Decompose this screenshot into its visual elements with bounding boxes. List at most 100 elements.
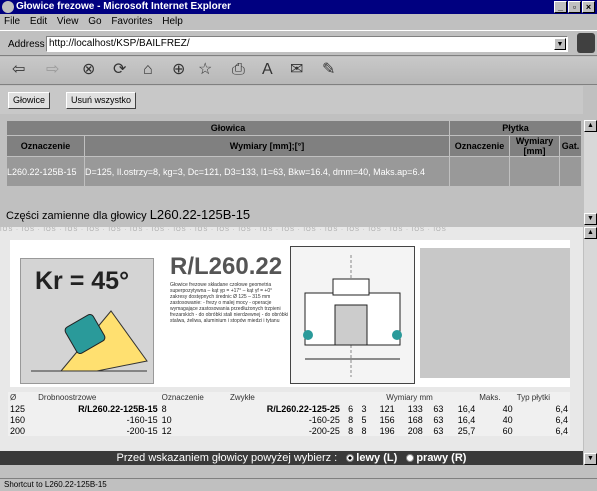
status-text: Shortcut to L260.22-125B-15 — [4, 480, 107, 489]
home-icon[interactable]: ⌂ — [143, 61, 153, 79]
stop-icon[interactable]: ⊗ — [82, 61, 95, 79]
scrollbar-top-frame[interactable]: ▲ ▼ — [584, 120, 597, 225]
radio-lewy[interactable] — [346, 454, 355, 463]
table-row[interactable]: 125 R/L260.22-125B-15 8 R/L260.22-125-25… — [8, 403, 570, 414]
cell: 121 — [379, 403, 395, 414]
col-wymiary-head: Wymiary mm — [386, 393, 433, 402]
search-icon[interactable]: ⊕ — [172, 61, 185, 79]
browser-window: Głowice frezowe - Microsoft Internet Exp… — [0, 0, 597, 491]
cutter-section-icon — [303, 255, 402, 377]
cell: 8 — [348, 425, 354, 436]
table-row[interactable]: 200 -200-15 12 -200-25 8 8 196 208 63 25… — [8, 425, 570, 436]
col-maks-head: Maks. — [479, 393, 501, 402]
col-p-oznaczenie: Oznaczenie — [449, 135, 510, 157]
font-icon[interactable]: A — [262, 61, 273, 79]
forward-icon[interactable]: ⇨ — [46, 61, 59, 79]
address-url: http://localhost/KSP/BAILFREZ/ — [49, 38, 190, 49]
cell: -160-25 — [308, 414, 340, 425]
glowice-button[interactable]: Głowice — [8, 92, 51, 109]
cell: 196 — [379, 425, 395, 436]
window-title: Głowice frezowe - Microsoft Internet Exp… — [16, 1, 232, 12]
back-icon[interactable]: ⇦ — [12, 61, 25, 79]
address-bar: Address http://localhost/KSP/BAILFREZ/ ▼ — [0, 30, 597, 56]
status-bar: Shortcut to L260.22-125B-15 — [0, 478, 597, 491]
row-wymiary: D=125, Il.ostrzy=8, kg=3, Dc=121, D3=133… — [84, 156, 450, 187]
table-row[interactable]: L260.22-125B-15 D=125, Il.ostrzy=8, kg=3… — [6, 156, 582, 187]
rl-description: Głowice frezowe składane czołowe geometr… — [170, 282, 289, 324]
spare-parts-code: L260.22-125B-15 — [149, 207, 251, 222]
cell: 200 — [10, 425, 26, 436]
cell: 25,7 — [457, 425, 476, 436]
cell: 16,4 — [457, 414, 476, 425]
cell: 40 — [502, 414, 513, 425]
button-frame: Głowice Usuń wszystko — [0, 86, 583, 114]
menu-edit[interactable]: Edit — [30, 16, 47, 27]
favorites-icon[interactable]: ☆ — [198, 61, 212, 79]
row-p-oznaczenie — [449, 156, 510, 187]
col-p-wymiary: Wymiary [mm] — [509, 135, 560, 157]
lewy-label: lewy (L) — [356, 452, 398, 464]
cell: -160-15 — [126, 414, 158, 425]
remove-all-button[interactable]: Usuń wszystko — [66, 92, 137, 109]
scroll-up-icon[interactable]: ▲ — [584, 227, 597, 239]
menu-file[interactable]: File — [4, 16, 20, 27]
cell: 208 — [407, 425, 423, 436]
cell: 12 — [161, 425, 172, 436]
prawy-label: prawy (R) — [416, 452, 467, 464]
address-input[interactable]: http://localhost/KSP/BAILFREZ/ ▼ — [46, 36, 568, 52]
spare-parts-label: Części zamienne dla głowicy — [6, 210, 147, 222]
cell: 6,4 — [555, 425, 568, 436]
menu-favorites[interactable]: Favorites — [111, 16, 152, 27]
menu-bar: File Edit View Go Favorites Help — [0, 14, 597, 29]
col-oznaczenie: Oznaczenie — [6, 135, 85, 157]
cutter-drawing — [290, 246, 415, 384]
radio-prawy[interactable] — [406, 454, 415, 463]
chevron-down-icon[interactable]: ▼ — [554, 38, 566, 50]
scroll-up-icon[interactable]: ▲ — [584, 120, 597, 132]
gray-panel — [420, 248, 570, 378]
cell: 133 — [407, 403, 423, 414]
mail-icon[interactable]: ✉ — [290, 61, 303, 79]
print-icon[interactable]: ⎙ — [232, 61, 245, 79]
minimize-button[interactable]: _ — [554, 1, 567, 13]
kr-label: Kr = 45° — [35, 267, 130, 295]
menu-go[interactable]: Go — [88, 16, 101, 27]
col-d-head: Ø — [10, 393, 17, 402]
edit-icon[interactable]: ✎ — [322, 61, 335, 79]
col-zwykle-head: Zwykłe — [229, 393, 255, 402]
cell: 168 — [407, 414, 423, 425]
insert-diagram-icon — [31, 310, 148, 372]
selection-table: Głowica Płytka Oznaczenie Wymiary [mm];[… — [6, 120, 582, 187]
cell: R/L260.22-125B-15 — [78, 403, 158, 414]
maximize-button[interactable]: ▫ — [568, 1, 581, 13]
scroll-down-icon[interactable]: ▼ — [584, 213, 597, 225]
table-row[interactable]: 160 -160-15 10 -160-25 8 5 156 168 63 16… — [8, 414, 570, 425]
row-p-wymiary — [509, 156, 560, 187]
cell: 63 — [433, 425, 444, 436]
address-label: Address — [8, 39, 45, 50]
ruler-decoration: IOS · IOS · IOS · IOS · IOS · IOS · IOS … — [0, 227, 447, 233]
catalog-table: Ø Drobnoostrzowe Oznaczenie Zwykłe Wymia… — [8, 392, 570, 436]
refresh-icon[interactable]: ⟳ — [113, 61, 126, 79]
header-plytka: Płytka — [449, 120, 582, 136]
page-content: Głowice Usuń wszystko Głowica Płytka Ozn… — [0, 86, 597, 478]
catalog-frame: IOS · IOS · IOS · IOS · IOS · IOS · IOS … — [0, 227, 583, 451]
col-typ-head: Typ płytki — [516, 393, 551, 402]
kr-angle-box: Kr = 45° — [20, 258, 154, 384]
close-button[interactable]: × — [582, 1, 595, 13]
rl-title: R/L260.22 — [170, 253, 283, 280]
cell: 6,4 — [555, 403, 568, 414]
spare-parts-heading: Części zamienne dla głowicy L260.22-125B… — [6, 207, 250, 222]
scrollbar-catalog-frame[interactable]: ▲ ▼ — [584, 227, 597, 465]
menu-view[interactable]: View — [57, 16, 79, 27]
cell: 16,4 — [457, 403, 476, 414]
cell: 63 — [433, 414, 444, 425]
cell: 3 — [361, 403, 367, 414]
scroll-down-icon[interactable]: ▼ — [584, 453, 597, 465]
title-bar: Głowice frezowe - Microsoft Internet Exp… — [0, 0, 597, 14]
col-p-gat: Gat. — [559, 135, 582, 157]
row-oznaczenie[interactable]: L260.22-125B-15 — [6, 156, 85, 187]
cell: 63 — [433, 403, 444, 414]
menu-help[interactable]: Help — [162, 16, 183, 27]
cell: R/L260.22-125-25 — [266, 403, 340, 414]
